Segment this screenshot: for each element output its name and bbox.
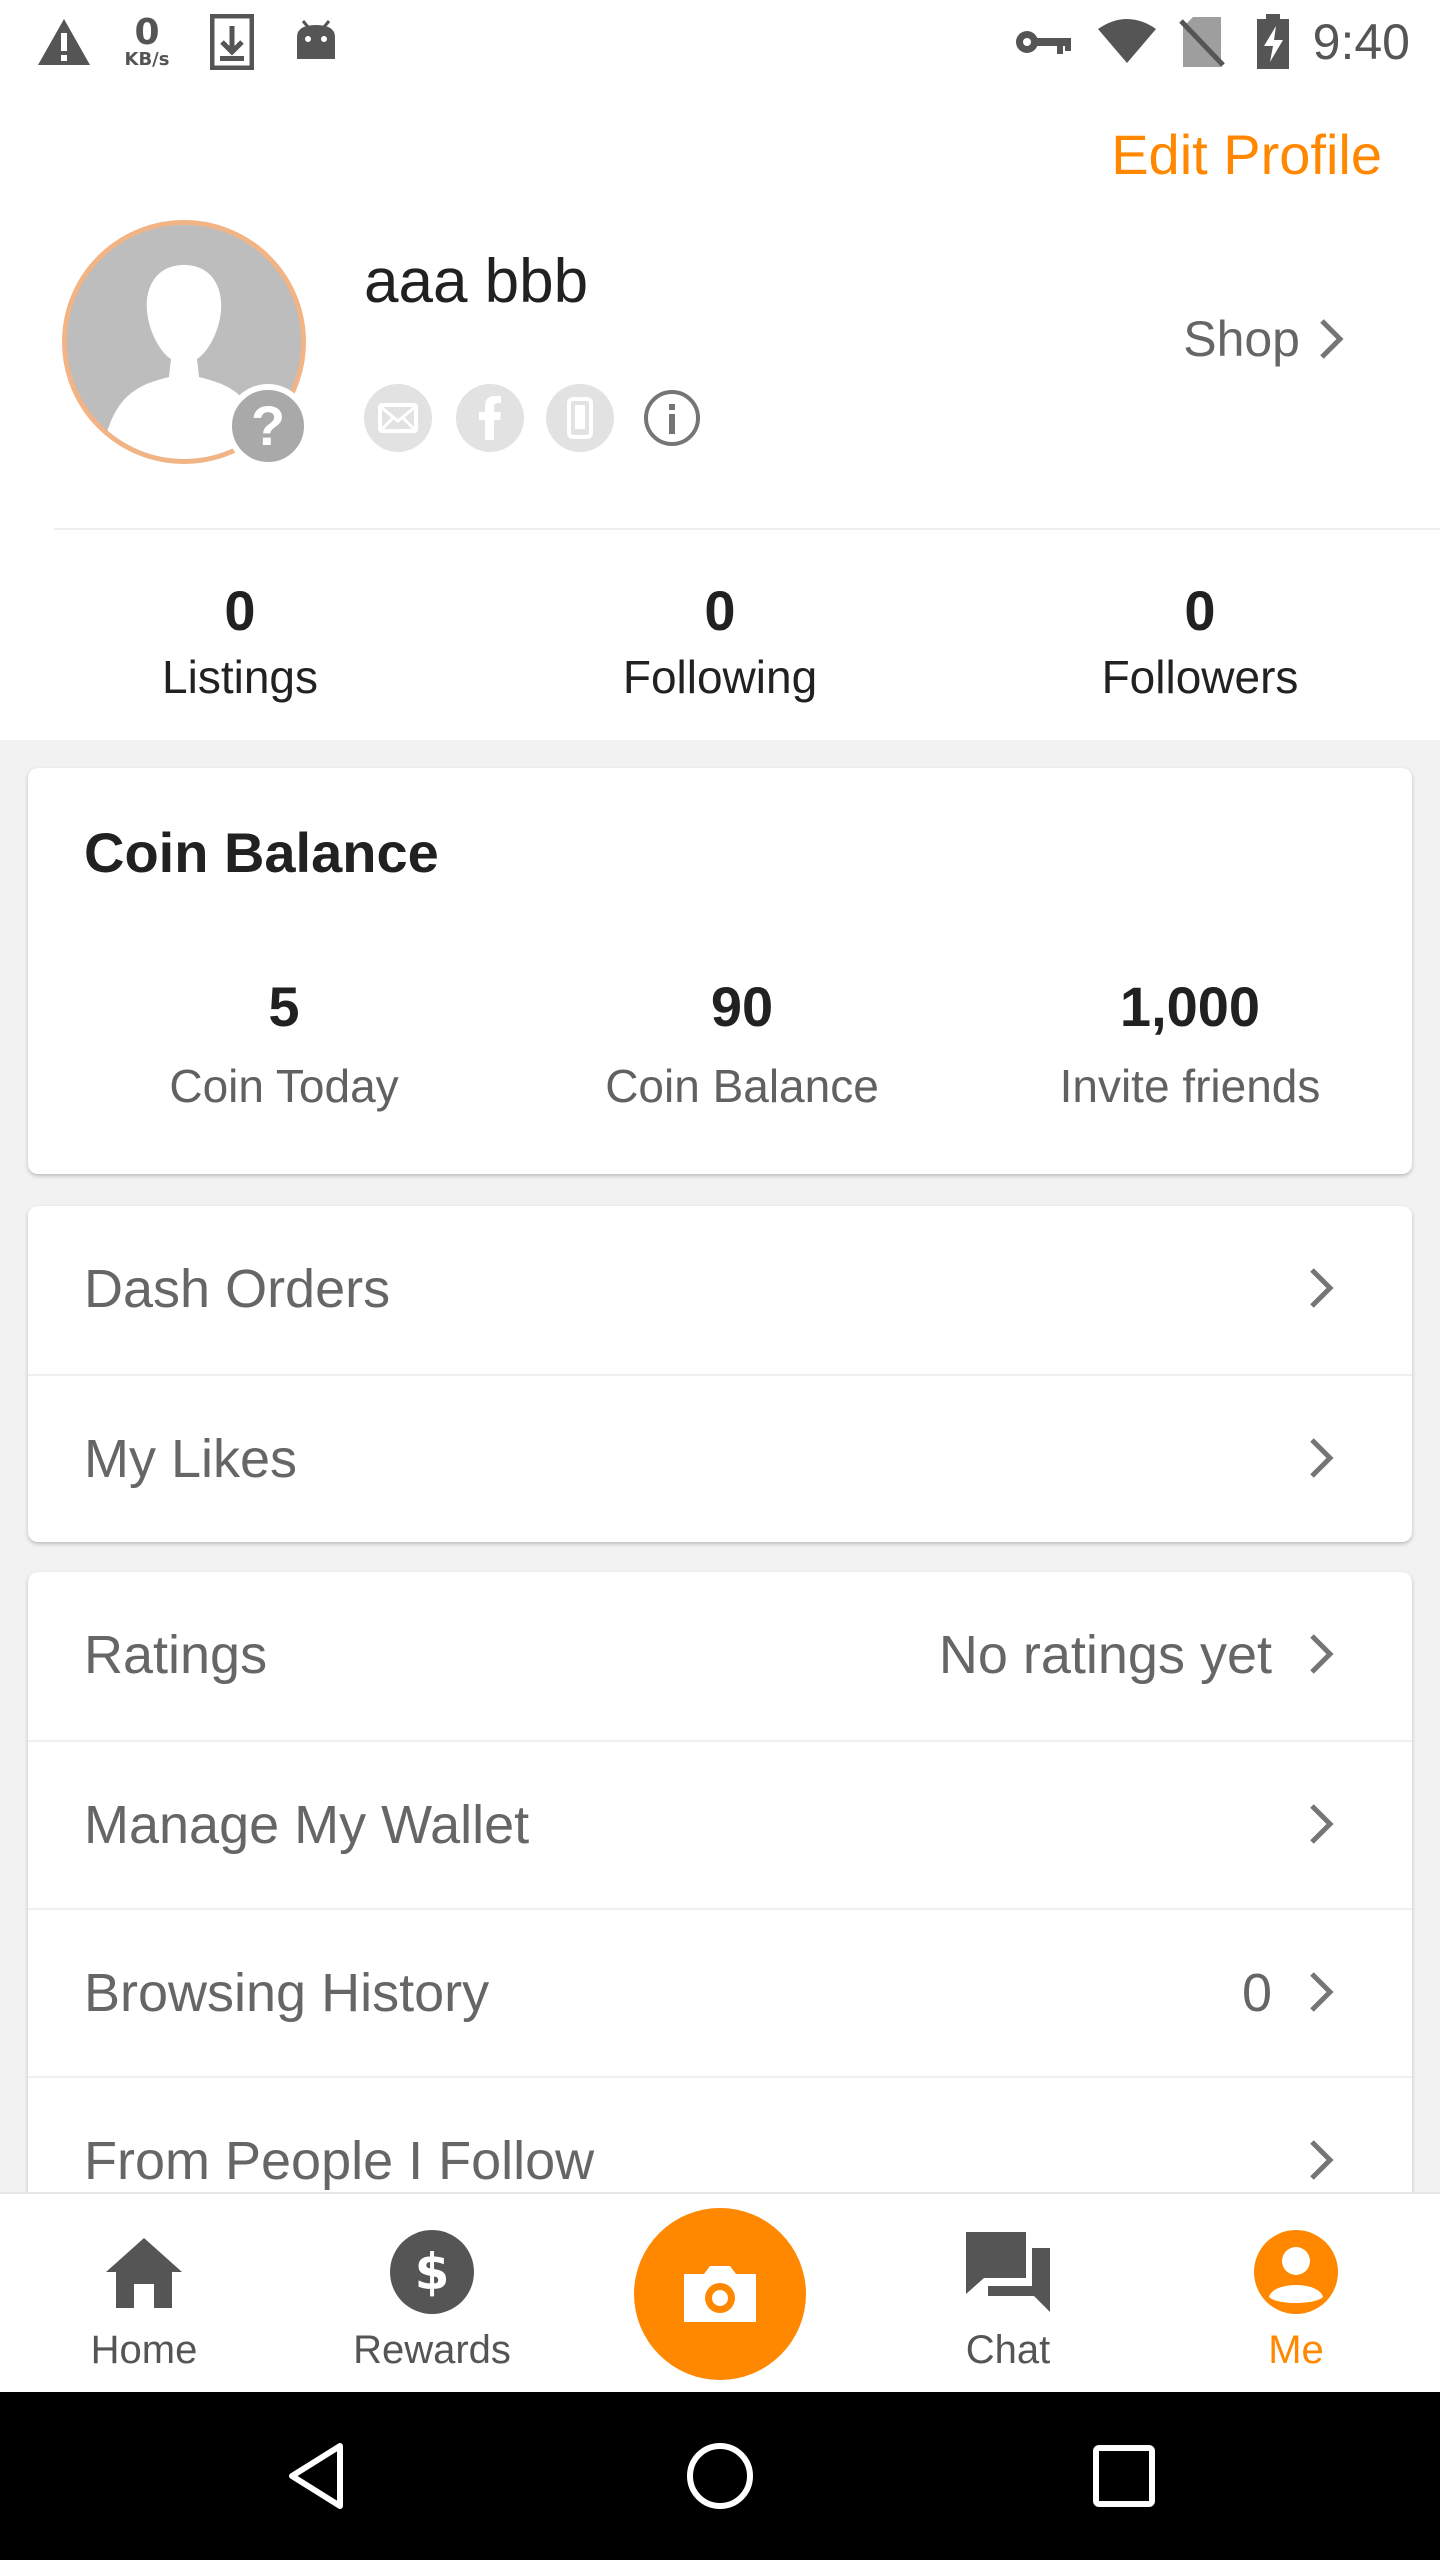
nav-chat[interactable]: Chat <box>888 2224 1128 2376</box>
chevron-right-icon <box>1310 1438 1334 1478</box>
svg-text:$: $ <box>415 2243 450 2301</box>
user-name: aaa bbb <box>364 247 589 316</box>
net-speed-unit: KB/s <box>124 49 170 70</box>
menu-item-value: No ratings yet <box>938 1625 1272 1685</box>
stat-value: 0 <box>704 579 736 642</box>
menu-item-label: Ratings <box>84 1625 268 1685</box>
menu-item-label: My Likes <box>84 1429 298 1489</box>
orders-menu-card: Dash Orders My Likes <box>28 1206 1412 1542</box>
net-speed-value: 0 <box>134 12 160 53</box>
nav-label: Rewards <box>353 2328 511 2372</box>
home-circle-icon <box>687 2443 753 2509</box>
battery-charging-icon <box>1252 14 1294 70</box>
coin-balance-card: Coin Balance 5 Coin Today 90 Coin Balanc… <box>28 768 1412 1174</box>
menu-item-value: 0 <box>1241 1963 1272 2023</box>
stat-value: 0 <box>224 579 256 642</box>
camera-icon <box>684 2266 756 2322</box>
avatar-unverified-badge: ? <box>226 384 310 468</box>
shop-label: Shop <box>1183 311 1300 367</box>
no-sim-icon <box>1174 14 1230 70</box>
dollar-coin-icon: $ <box>390 2230 474 2314</box>
info-icon[interactable] <box>638 384 706 452</box>
invite-friends[interactable]: 1,000 Invite friends <box>960 970 1412 1122</box>
chat-icon <box>966 2232 1050 2312</box>
nav-label: Me <box>1268 2328 1324 2372</box>
menu-item-ratings[interactable]: Ratings No ratings yet <box>28 1572 1412 1740</box>
chevron-right-icon <box>1310 1268 1334 1308</box>
menu-item-label: Dash Orders <box>84 1259 391 1319</box>
recents-button[interactable] <box>1074 2426 1174 2526</box>
coin-value: 5 <box>268 975 300 1038</box>
stat-followers[interactable]: 0 Followers <box>960 576 1440 708</box>
wifi-icon <box>1096 14 1158 70</box>
chevron-right-icon <box>1310 1634 1334 1674</box>
home-system-button[interactable] <box>670 2426 770 2526</box>
divider <box>54 528 1440 530</box>
stat-following[interactable]: 0 Following <box>480 576 960 708</box>
menu-item-browsing-history[interactable]: Browsing History 0 <box>28 1908 1412 2076</box>
coin-label: Coin Balance <box>605 1060 879 1112</box>
home-icon <box>106 2238 182 2308</box>
chevron-right-icon <box>1320 319 1344 359</box>
facebook-icon[interactable] <box>456 384 524 452</box>
shop-link[interactable]: Shop <box>1183 306 1344 372</box>
coin-value: 90 <box>710 975 774 1038</box>
chevron-right-icon <box>1310 2140 1334 2180</box>
camera-button[interactable] <box>634 2208 806 2380</box>
menu-item-dash-orders[interactable]: Dash Orders <box>28 1206 1412 1374</box>
stat-value: 0 <box>1184 579 1216 642</box>
back-button[interactable] <box>266 2426 366 2526</box>
status-bar: 0 KB/s 9:40 <box>0 0 1440 84</box>
recents-square-icon <box>1093 2445 1155 2507</box>
warning-icon <box>34 14 94 70</box>
phone-icon[interactable] <box>546 384 614 452</box>
edit-profile-button[interactable]: Edit Profile <box>1111 118 1382 192</box>
nav-rewards[interactable]: $ Rewards <box>312 2224 552 2376</box>
coin-label: Coin Today <box>169 1060 399 1112</box>
account-menu-card: Ratings No ratings yet Manage My Wallet … <box>28 1572 1412 2292</box>
coin-balance[interactable]: 90 Coin Balance <box>512 970 972 1122</box>
back-triangle-icon <box>289 2443 343 2509</box>
coin-today[interactable]: 5 Coin Today <box>54 970 514 1122</box>
coin-card-title: Coin Balance <box>84 821 439 884</box>
status-time: 9:40 <box>1312 14 1410 70</box>
stat-label: Listings <box>162 651 318 703</box>
download-icon <box>204 14 260 70</box>
chevron-right-icon <box>1310 1972 1334 2012</box>
nav-me[interactable]: Me <box>1176 2224 1416 2376</box>
menu-item-label: Manage My Wallet <box>84 1795 530 1855</box>
coin-label: Invite friends <box>1059 1060 1321 1112</box>
stat-label: Followers <box>1101 651 1299 703</box>
coin-value: 1,000 <box>1119 975 1261 1038</box>
nav-label: Home <box>90 2328 198 2372</box>
stat-listings[interactable]: 0 Listings <box>0 576 480 708</box>
stat-label: Following <box>622 651 818 703</box>
system-navigation-bar <box>0 2392 1440 2560</box>
nav-label: Chat <box>965 2328 1051 2372</box>
network-speed-indicator: 0 KB/s <box>112 14 182 70</box>
email-icon[interactable] <box>364 384 432 452</box>
chevron-right-icon <box>1310 1804 1334 1844</box>
menu-item-my-likes[interactable]: My Likes <box>28 1374 1412 1542</box>
nav-home[interactable]: Home <box>24 2224 264 2376</box>
profile-icon <box>1254 2230 1338 2314</box>
menu-item-manage-wallet[interactable]: Manage My Wallet <box>28 1740 1412 1908</box>
menu-item-label: Browsing History <box>84 1963 490 2023</box>
key-icon <box>1012 14 1074 70</box>
android-icon <box>288 14 344 70</box>
